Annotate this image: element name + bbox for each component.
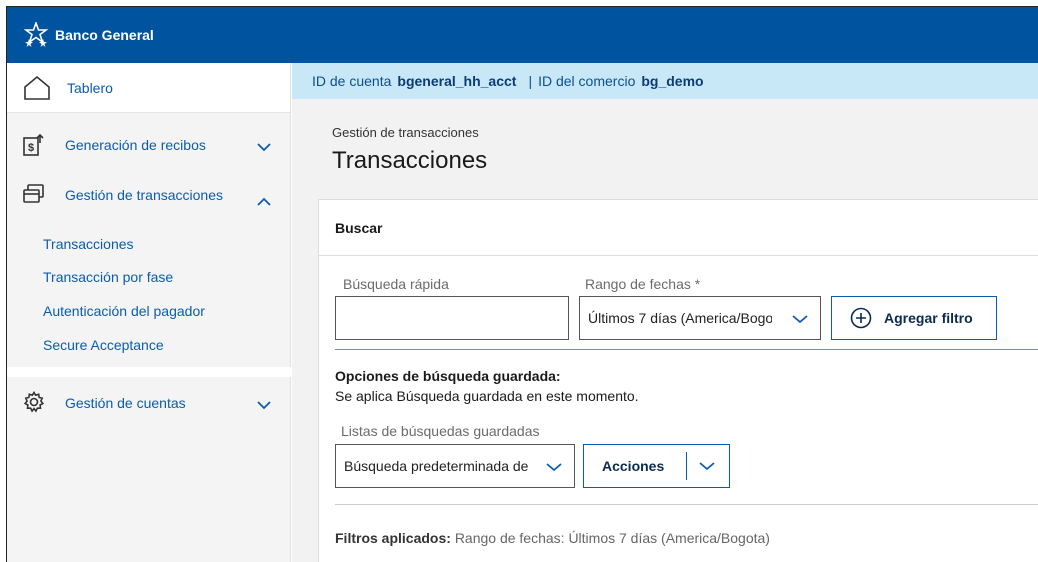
sidebar-item-label: Tablero	[67, 79, 113, 96]
applied-filters-value: Rango de fechas: Últimos 7 días (America…	[454, 530, 770, 546]
chevron-down-icon	[792, 314, 808, 324]
home-icon	[23, 74, 51, 102]
chevron-up-icon	[257, 197, 271, 207]
gear-icon	[23, 391, 45, 413]
date-range-label: Rango de fechas *	[585, 276, 701, 292]
search-panel: Buscar Búsqueda rápida Rango de fechas *…	[318, 199, 1038, 562]
sidebar-item-label: Generación de recibos	[65, 137, 206, 153]
actions-split-button[interactable]: Acciones	[583, 444, 730, 488]
actions-button-label[interactable]: Acciones	[602, 458, 686, 474]
sidebar-item-label: Gestión de cuentas	[65, 395, 186, 411]
date-range-select[interactable]: Últimos 7 días (America/Bogota)	[579, 296, 821, 340]
sidebar-subitem-secure-acceptance[interactable]: Secure Acceptance	[43, 337, 164, 353]
chevron-down-icon	[546, 462, 562, 472]
sidebar-item-gestion-transacciones[interactable]: Gestión de transacciones	[7, 183, 291, 211]
merchant-id-value: bg_demo	[641, 73, 704, 89]
brand-name: Banco General	[55, 27, 154, 43]
merchant-id-label: ID del comercio	[538, 73, 636, 89]
transactions-icon	[23, 183, 45, 205]
sidebar-item-tablero[interactable]: Tablero	[7, 63, 290, 113]
chevron-down-icon	[257, 400, 271, 410]
chevron-down-icon	[257, 142, 271, 152]
top-bar: Banco General	[7, 7, 1038, 63]
sidebar-item-gestion-cuentas[interactable]: Gestión de cuentas	[7, 391, 291, 417]
saved-search-note: Se aplica Búsqueda guardada en este mome…	[335, 388, 639, 404]
search-panel-title: Buscar	[319, 200, 1038, 256]
add-filter-button[interactable]: Agregar filtro	[831, 296, 997, 340]
quick-search-input[interactable]	[335, 296, 569, 340]
account-id-value: bgeneral_hh_acct	[397, 73, 517, 89]
sidebar: Tablero $ Generación de recibos Gestión …	[7, 63, 291, 562]
saved-search-value: Búsqueda predeterminada de transacciones	[344, 458, 528, 474]
quick-search-label: Búsqueda rápida	[343, 276, 449, 292]
sidebar-subitem-transacciones[interactable]: Transacciones	[43, 236, 134, 252]
app-window: Banco General Tablero $ Generación de re…	[6, 6, 1038, 562]
panel-divider	[335, 504, 1038, 505]
sidebar-item-label: Gestión de transacciones	[65, 187, 223, 203]
brand[interactable]: Banco General	[23, 22, 154, 48]
sidebar-separator	[7, 367, 291, 377]
account-id-label: ID de cuenta	[312, 73, 392, 89]
breadcrumb[interactable]: Gestión de transacciones	[332, 125, 479, 140]
svg-text:$: $	[28, 142, 34, 154]
main-content: Gestión de transacciones Transacciones B…	[292, 99, 1038, 562]
sidebar-subitem-autenticacion-pagador[interactable]: Autenticación del pagador	[43, 303, 205, 319]
plus-circle-icon	[850, 307, 872, 329]
chevron-down-icon[interactable]	[699, 461, 715, 471]
add-filter-label: Agregar filtro	[884, 310, 973, 326]
applied-filters: Filtros aplicados: Rango de fechas: Últi…	[335, 530, 770, 546]
applied-filters-label: Filtros aplicados:	[335, 530, 451, 546]
sidebar-item-generacion-recibos[interactable]: $ Generación de recibos	[7, 133, 291, 159]
banco-general-logo-icon	[23, 22, 49, 48]
sidebar-subitem-transaccion-por-fase[interactable]: Transacción por fase	[43, 269, 173, 285]
actions-divider	[686, 452, 687, 480]
page-title: Transacciones	[332, 147, 488, 174]
info-separator: |	[528, 73, 533, 89]
date-range-value: Últimos 7 días (America/Bogota)	[588, 310, 772, 326]
saved-search-options-title: Opciones de búsqueda guardada:	[335, 368, 561, 384]
saved-search-select[interactable]: Búsqueda predeterminada de transacciones	[335, 444, 575, 488]
receipt-icon: $	[23, 133, 45, 157]
saved-search-list-label: Listas de búsquedas guardadas	[341, 423, 540, 439]
account-info-bar: ID de cuenta bgeneral_hh_acct | ID del c…	[292, 63, 1038, 99]
panel-divider	[335, 349, 1038, 350]
